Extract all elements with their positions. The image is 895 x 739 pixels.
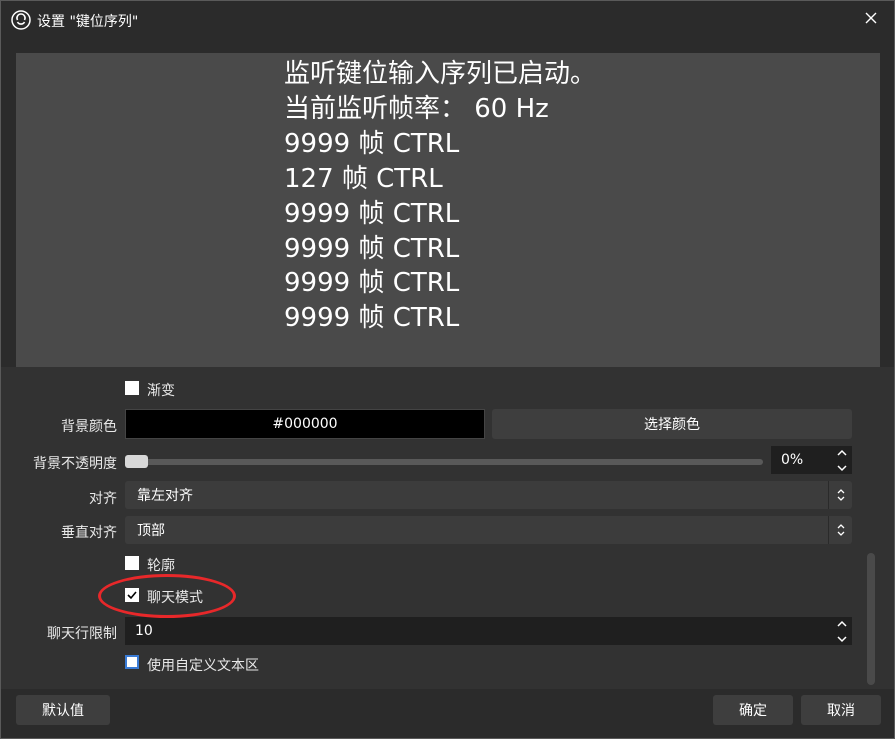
chevron-up-icon[interactable] (837, 615, 847, 631)
combo-arrows[interactable] (828, 516, 852, 544)
outline-label: 轮廓 (147, 558, 175, 574)
align-select[interactable]: 靠左对齐 (125, 481, 852, 509)
gradient-checkbox[interactable] (125, 381, 139, 395)
preview-text: 监听键位输入序列已启动。 当前监听帧率： 60 Hz 9999 帧 CTRL 1… (284, 57, 596, 336)
chat-mode-checkbox[interactable] (125, 588, 139, 602)
valign-value: 顶部 (137, 523, 165, 539)
properties-panel: 渐变 背景颜色 #000000 选择颜色 背景不透明度 0% 对齐 靠左对齐 垂… (1, 367, 894, 689)
bg-color-label: 背景颜色 (61, 419, 117, 435)
defaults-button[interactable]: 默认值 (16, 695, 110, 725)
valign-label: 垂直对齐 (61, 525, 117, 541)
properties-scrollbar[interactable] (865, 553, 877, 689)
preview-line: 当前监听帧率： 60 Hz (284, 93, 549, 124)
updown-chevron-icon (837, 489, 844, 501)
cancel-button[interactable]: 取消 (801, 695, 881, 725)
ok-button[interactable]: 确定 (713, 695, 793, 725)
chevron-up-icon[interactable] (837, 444, 847, 460)
spin-arrows[interactable] (832, 617, 852, 645)
chevron-down-icon[interactable] (837, 460, 847, 476)
outline-checkbox[interactable] (125, 556, 139, 570)
chat-limit-label: 聊天行限制 (47, 626, 117, 642)
settings-dialog: 设置 "键位序列" 监听键位输入序列已启动。 当前监听帧率： 60 Hz 999… (0, 0, 895, 739)
custom-text-area-checkbox[interactable] (125, 655, 139, 669)
preview-line: 9999 帧 CTRL (284, 268, 460, 299)
select-color-button[interactable]: 选择颜色 (492, 409, 852, 439)
preview-line: 127 帧 CTRL (284, 163, 443, 194)
preview-line: 9999 帧 CTRL (284, 128, 460, 159)
spin-arrows[interactable] (832, 446, 852, 474)
bg-opacity-spinbox[interactable]: 0% (771, 446, 852, 474)
chat-mode-label: 聊天模式 (147, 590, 203, 606)
bg-opacity-slider-track[interactable] (125, 459, 763, 465)
bg-opacity-slider-handle[interactable] (125, 455, 148, 468)
valign-select[interactable]: 顶部 (125, 516, 852, 544)
window-title: 设置 "键位序列" (37, 14, 139, 30)
close-icon (865, 12, 877, 28)
close-button[interactable] (848, 1, 894, 39)
bg-opacity-value: 0% (781, 452, 804, 468)
chevron-down-icon[interactable] (837, 631, 847, 647)
title-bar: 设置 "键位序列" (1, 1, 894, 39)
preview-line: 9999 帧 CTRL (284, 198, 460, 229)
chat-limit-value: 10 (135, 623, 153, 639)
gradient-label: 渐变 (147, 383, 175, 399)
custom-text-area-label: 使用自定义文本区 (147, 658, 259, 674)
updown-chevron-icon (837, 524, 844, 536)
scrollbar-thumb[interactable] (867, 553, 875, 685)
combo-arrows[interactable] (828, 481, 852, 509)
bg-color-swatch: #000000 (125, 409, 485, 439)
preview-line: 9999 帧 CTRL (284, 233, 460, 264)
source-preview: 监听键位输入序列已启动。 当前监听帧率： 60 Hz 9999 帧 CTRL 1… (16, 53, 880, 367)
align-label: 对齐 (89, 491, 117, 507)
bg-opacity-label: 背景不透明度 (33, 456, 117, 472)
obs-logo-icon (11, 10, 31, 30)
bg-color-value: #000000 (272, 416, 338, 432)
preview-line: 9999 帧 CTRL (284, 303, 460, 334)
preview-line: 监听键位输入序列已启动。 (284, 59, 597, 89)
chat-limit-spinbox[interactable]: 10 (125, 617, 852, 645)
align-value: 靠左对齐 (137, 488, 193, 504)
